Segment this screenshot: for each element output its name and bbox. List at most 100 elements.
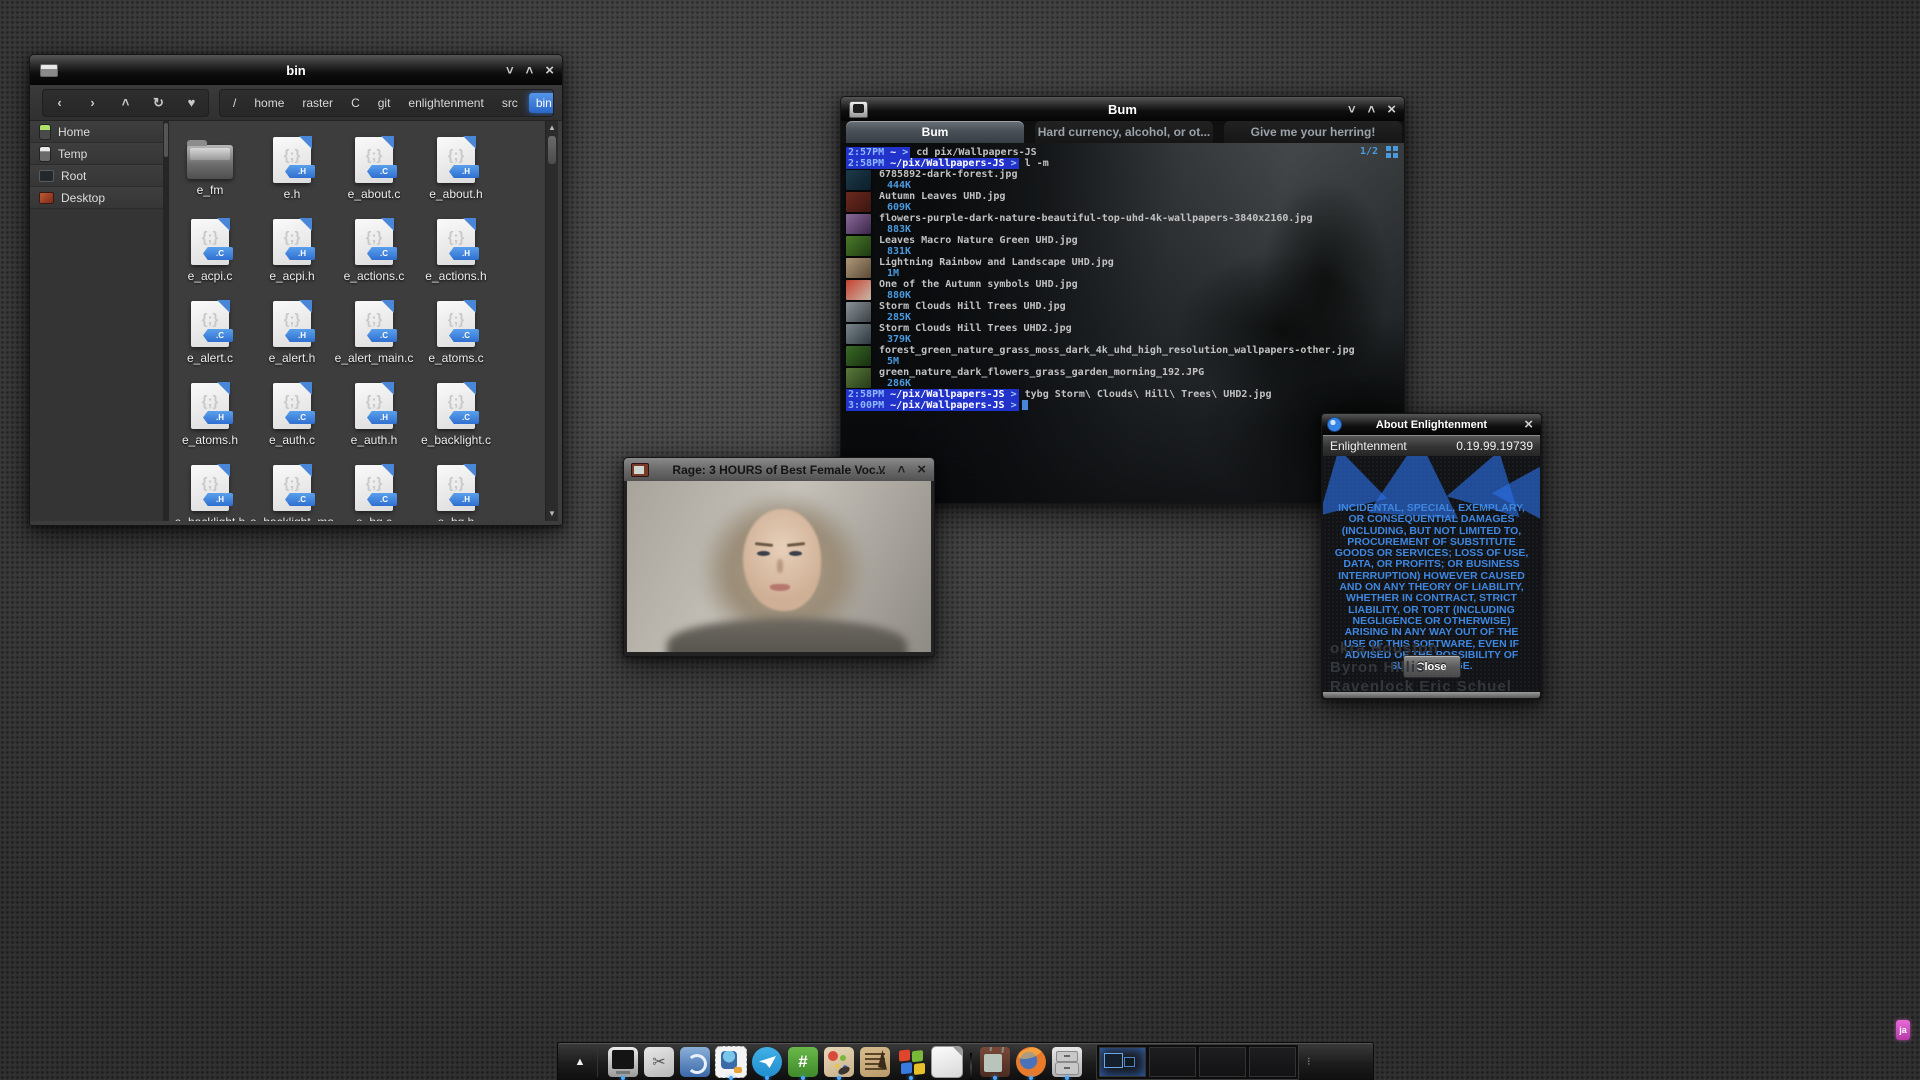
forward-icon[interactable]: › [76,95,109,110]
pager-desk-3[interactable] [1199,1047,1246,1077]
launcher-arrow-icon[interactable]: ▲ [563,1047,598,1077]
file-e_alert.c[interactable]: .Ce_alert.c [169,301,251,383]
file-e_about.c[interactable]: .Ce_about.c [333,137,415,219]
tray-indicator-icon[interactable]: ja [1896,1020,1910,1040]
shade-icon[interactable]: ˅ [506,64,514,77]
dock-scissors-app-icon[interactable] [642,1043,676,1080]
file-e_bg.c[interactable]: .Ce_bg.c [333,465,415,521]
portrait-shoulders [667,618,907,652]
refresh-icon[interactable]: ↻ [142,95,175,111]
file-e_backlight.c[interactable]: .Ce_backlight.c [415,383,497,465]
dock-firefox-icon[interactable] [1014,1043,1048,1080]
credit-name: Byron Hillis [1330,659,1425,676]
running-indicator [765,1076,769,1080]
video-content[interactable] [627,481,931,652]
crumb-bin[interactable]: bin [529,93,554,113]
file-e_auth.h[interactable]: .He_auth.h [333,383,415,465]
dock-hexchat-icon[interactable]: # [786,1043,820,1080]
dock-graphics-app-icon[interactable] [822,1043,856,1080]
file-e_actions.h[interactable]: .He_actions.h [415,219,497,301]
thumbnail-icon [846,170,871,190]
file-e_bg.h[interactable]: .He_bg.h [415,465,497,521]
file-e_atoms.c[interactable]: .Ce_atoms.c [415,301,497,383]
maximize-icon[interactable]: ˄ [1368,103,1376,116]
dock-telegram-icon[interactable] [750,1043,784,1080]
dock-sketch-app-icon[interactable] [858,1043,892,1080]
file-e_fm[interactable]: e_fm [169,137,251,219]
close-icon[interactable]: × [545,63,554,78]
pager-desk-2[interactable] [1149,1047,1196,1077]
file-manager-window[interactable]: bin ˅ ˄ × ‹ › ˄ ↻ ♥ /homerasterCgitenlig… [29,54,563,526]
crumb-C[interactable]: C [344,93,367,113]
overflow-dots-icon[interactable]: ⁝ [1307,1060,1311,1064]
pager-desk-1[interactable] [1099,1047,1146,1077]
shade-icon[interactable]: ˅ [1348,103,1356,116]
shade-icon[interactable]: ˅ [878,463,886,476]
terminal-file-entry: One of the Autumn symbols UHD.jpg880K [846,279,1400,301]
about-dialog[interactable]: About Enlightenment × Enlightenment 0.19… [1321,413,1542,700]
file-e_about.h[interactable]: .He_about.h [415,137,497,219]
video-window[interactable]: Rage: 3 HOURS of Best Female Voc... ˅ ˄ … [623,457,935,657]
dock-blue-swirl-app-icon[interactable] [678,1043,712,1080]
home-icon [39,124,51,140]
terminal-titlebar[interactable]: Bum ˅ ˄ × [841,97,1404,121]
crumb-src[interactable]: src [495,93,525,113]
file-e_actions.c[interactable]: .Ce_actions.c [333,219,415,301]
favorites-icon[interactable]: ♥ [175,95,208,110]
file-e_alert_main.c[interactable]: .Ce_alert_main.c [333,301,415,383]
back-icon[interactable]: ‹ [43,95,76,110]
close-icon[interactable]: × [917,462,926,477]
desktop[interactable]: bin ˅ ˄ × ‹ › ˄ ↻ ♥ /homerasterCgitenlig… [0,0,1920,1080]
dock-rage-player-icon[interactable] [978,1043,1012,1080]
sidebar-item-root[interactable]: Root [30,165,163,187]
maximize-icon[interactable]: ˄ [898,463,906,476]
terminal-prompt-line: 2:58PM ~/pix/Wallpapers-JS > tybg Storm\… [846,389,1400,400]
fm-toolbar: ‹ › ˄ ↻ ♥ /homerasterCgitenlightenmentsr… [30,85,562,121]
file-e_acpi.h[interactable]: .He_acpi.h [251,219,333,301]
file-e.h[interactable]: .He.h [251,137,333,219]
file-e_acpi.c[interactable]: .Ce_acpi.c [169,219,251,301]
fm-window-title: bin [30,63,562,78]
fm-scrollbar[interactable]: ▲ ▼ [545,121,558,521]
dock-libreoffice-icon[interactable] [930,1043,964,1080]
sidebar-item-desktop[interactable]: Desktop [30,187,163,209]
crumb-git[interactable]: git [371,93,398,113]
about-titlebar[interactable]: About Enlightenment × [1322,414,1541,435]
dock-file-manager-icon[interactable] [1050,1043,1084,1080]
dock-claws-mail-icon[interactable] [714,1043,748,1080]
scroll-thumb[interactable] [548,136,556,164]
dock-wine-icon[interactable] [894,1043,928,1080]
crumb-enlightenment[interactable]: enlightenment [401,93,490,113]
scroll-up-icon[interactable]: ▲ [546,122,558,134]
file-e_backlight_ma[interactable]: .Ce_backlight_ma [251,465,333,521]
running-indicator [993,1076,997,1080]
close-icon[interactable]: × [1387,102,1396,117]
terminal-tab[interactable]: Give me your herring! [1224,121,1402,143]
terminal-body[interactable]: 2:57PM ~ > cd pix/Wallpapers-JS2:58PM ~/… [841,143,1404,503]
tab-grid-icon[interactable] [1386,146,1398,158]
file-e_auth.c[interactable]: .Ce_auth.c [251,383,333,465]
sidebar-item-home[interactable]: Home [30,121,163,143]
maximize-icon[interactable]: ˄ [526,64,534,77]
scroll-down-icon[interactable]: ▼ [546,508,558,520]
video-titlebar[interactable]: Rage: 3 HOURS of Best Female Voc... ˅ ˄ … [624,458,934,481]
crumb-root[interactable]: / [226,93,243,113]
portrait-nose [777,559,783,573]
breadcrumb: /homerasterCgitenlightenmentsrcbin [219,89,554,117]
terminal-tab[interactable]: Bum [846,121,1024,143]
up-icon[interactable]: ˄ [109,95,142,110]
fm-file-area[interactable]: e_fm.He.h.Ce_about.c.He_about.h .Ce_acpi.… [169,121,546,521]
crumb-raster[interactable]: raster [295,93,340,113]
file-e_backlight.h[interactable]: .He_backlight.h [169,465,251,521]
file-e_alert.h[interactable]: .He_alert.h [251,301,333,383]
close-icon[interactable]: × [1524,417,1533,432]
sidebar-item-temp[interactable]: Temp [30,143,163,165]
file-e_atoms.h[interactable]: .He_atoms.h [169,383,251,465]
fm-titlebar[interactable]: bin ˅ ˄ × [30,55,562,85]
dock-terminology-icon[interactable] [606,1043,640,1080]
terminal-tab[interactable]: Hard currency, alcohol, or ot... [1035,121,1213,143]
running-indicator [909,1076,913,1080]
crumb-home[interactable]: home [247,93,291,113]
running-indicator [621,1076,625,1080]
pager-desk-4[interactable] [1249,1047,1296,1077]
